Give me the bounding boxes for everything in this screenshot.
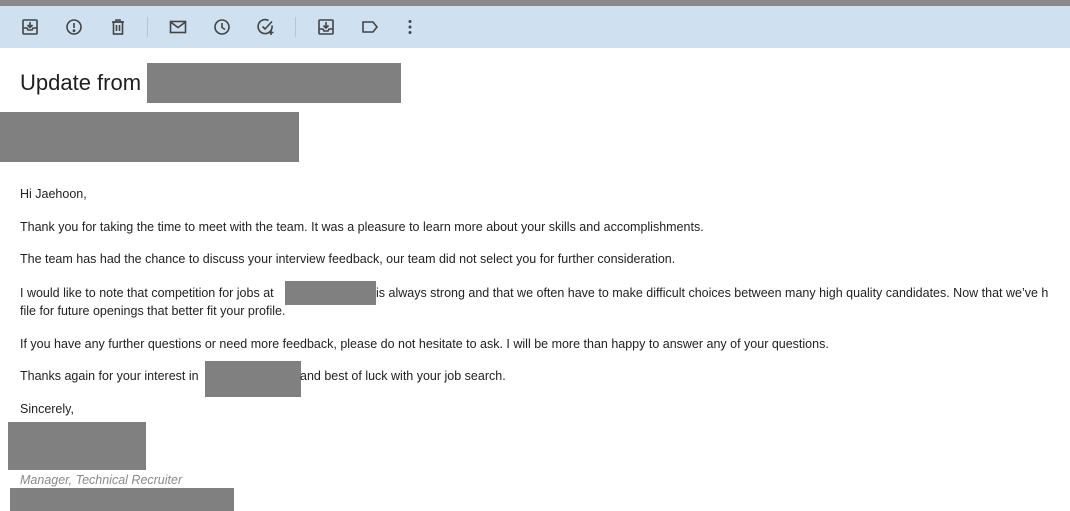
add-task-icon[interactable] xyxy=(253,14,279,40)
paragraph-3-start: I would like to note that competition fo… xyxy=(20,286,274,300)
paragraph-4: If you have any further questions or nee… xyxy=(20,337,829,351)
redacted-company-name-inline xyxy=(285,281,376,305)
redacted-company-name-inline xyxy=(205,361,301,397)
move-to-icon[interactable] xyxy=(313,14,339,40)
subject-text: Update from xyxy=(20,70,142,95)
redacted-signature-name xyxy=(8,422,146,470)
paragraph-5-start: Thanks again for your interest in xyxy=(20,369,199,383)
paragraph-1: Thank you for taking the time to meet wi… xyxy=(20,220,704,234)
report-spam-icon[interactable] xyxy=(61,14,87,40)
email-subject: Update from xyxy=(20,63,141,103)
toolbar-separator xyxy=(147,17,148,37)
paragraph-5-end: and best of luck with your job search. xyxy=(300,369,506,383)
archive-icon[interactable] xyxy=(17,14,43,40)
more-options-icon[interactable] xyxy=(397,14,423,40)
closing: Sincerely, xyxy=(20,402,74,416)
mark-unread-icon[interactable] xyxy=(165,14,191,40)
email-toolbar xyxy=(0,6,1070,48)
snooze-icon[interactable] xyxy=(209,14,235,40)
redacted-company-name xyxy=(147,63,401,103)
paragraph-2: The team has had the chance to discuss y… xyxy=(20,252,676,266)
toolbar-separator xyxy=(295,17,296,37)
redacted-sender-info xyxy=(0,112,299,162)
redacted-signature-company xyxy=(10,488,234,511)
delete-icon[interactable] xyxy=(105,14,131,40)
paragraph-3-end: file for future openings that better fit… xyxy=(20,304,286,318)
label-icon[interactable] xyxy=(357,14,383,40)
greeting: Hi Jaehoon, xyxy=(20,187,87,201)
paragraph-3-middle: is always strong and that we often have … xyxy=(376,286,1049,300)
signature-title: Manager, Technical Recruiter xyxy=(20,473,183,487)
